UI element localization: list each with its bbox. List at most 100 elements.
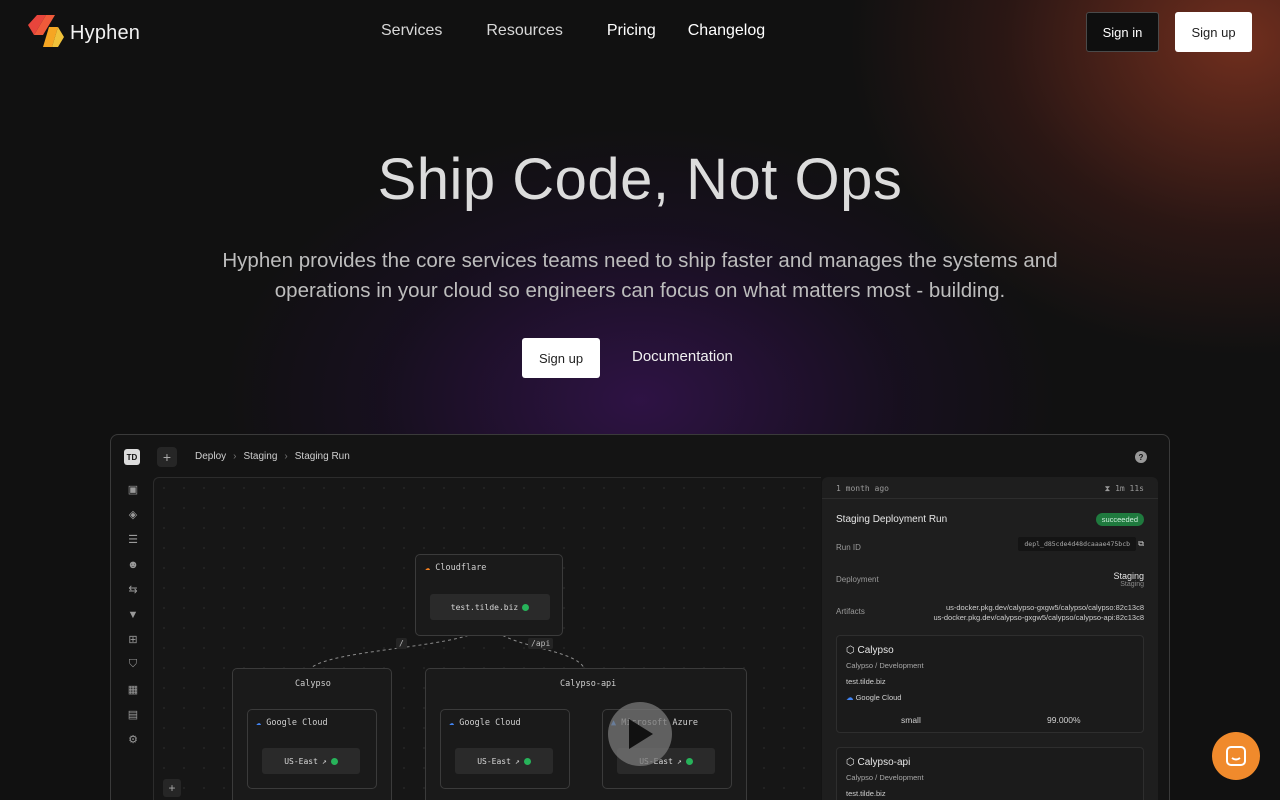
node-calypso-provider-title: ☁ Google Cloud [256, 718, 328, 728]
shield-icon: ⛉ [128, 658, 138, 670]
preview-breadcrumb: Deploy › Staging › Staging Run [195, 451, 350, 462]
preview-sidebar: ▣ ◈ ☰ ☻ ⇆ ▼ ⊞ ⛉ ▦ ▤ ⚙ [121, 477, 145, 752]
node-cloudflare[interactable]: ☁ Cloudflare test.tilde.biz [415, 554, 563, 636]
timer-icon: ⧗ [1104, 484, 1111, 493]
service-card-path: Calypso / Development [846, 661, 924, 670]
nav-pricing-label: Pricing [606, 22, 656, 39]
service-card-path: Calypso / Development [846, 773, 924, 782]
status-ok-icon [522, 603, 530, 611]
service-card-domain: test.tilde.biz [846, 677, 886, 686]
filter-icon: ▼ [127, 608, 139, 621]
node-calypso-region: US-East [284, 756, 318, 766]
brand-logo[interactable]: Hyphen [28, 15, 140, 52]
nav-services[interactable]: Services [381, 22, 442, 40]
users-icon: ☻ [127, 558, 139, 571]
service-card-title-text: Calypso-api [857, 757, 911, 768]
run-duration: ⧗ 1m 11s [1105, 484, 1144, 494]
node-calypso-api[interactable]: Calypso-api ☁ Google Cloud US-East ↗ ▲ M… [425, 668, 747, 800]
nav-services-label: Services [381, 22, 443, 39]
service-card-title: ⬡ Calypso [846, 645, 894, 656]
documentation-link[interactable]: Documentation [632, 348, 733, 365]
node-cloudflare-title-text: Cloudflare [435, 563, 487, 573]
node-calypso-api-provider-1-title: ☁ Google Cloud [449, 718, 521, 728]
top-navbar: Hyphen Services Resources Pricing Change… [0, 0, 1280, 64]
run-id-text: depl_d85cde4d48dcaaae475bcb [1018, 537, 1137, 551]
deployment-value: Staging [1113, 571, 1144, 581]
node-calypso-api-provider-1: ☁ Google Cloud US-East ↗ [440, 709, 570, 789]
hero-signup-button[interactable]: Sign up [522, 338, 600, 378]
chat-launcher-button[interactable] [1212, 732, 1260, 780]
node-cloudflare-chip-text: test.tilde.biz [450, 602, 519, 612]
deployment-canvas: ☁ Cloudflare test.tilde.biz / /api Calyp… [153, 477, 821, 800]
node-calypso[interactable]: Calypso ☁ Google Cloud US-East ↗ [232, 668, 392, 800]
service-card-provider-text: Google Cloud [855, 693, 902, 702]
service-card-calypso[interactable]: ⬡ Calypso Calypso / Development test.til… [836, 635, 1144, 733]
external-link-icon: ↗ [514, 756, 520, 766]
service-card-calypso-api[interactable]: ⬡ Calypso-api Calypso / Development test… [836, 747, 1144, 800]
external-link-icon: ↗ [676, 756, 682, 766]
artifact-item: us-docker.pkg.dev/calypso-gxgw5/calypso/… [945, 603, 1144, 612]
signup-button-top[interactable]: Sign up [1175, 12, 1252, 52]
nav-links: Services Resources Pricing Changelog [381, 22, 797, 40]
hero-subtitle: Hyphen provides the core services teams … [222, 249, 1058, 302]
grid-icon: ⊞ [128, 634, 138, 646]
node-cloudflare-title: ☁ Cloudflare [425, 563, 486, 573]
edge-label-api: /api [528, 638, 554, 649]
link-icon: ⇆ [128, 584, 138, 596]
play-icon [629, 719, 653, 749]
nav-resources-label: Resources [486, 22, 563, 39]
breadcrumb-item: Staging Run [294, 451, 350, 462]
copy-icon: ⧉ [1138, 539, 1144, 548]
artifacts-label: Artifacts [836, 607, 865, 616]
chevron-right-icon: › [233, 451, 237, 462]
play-video-button[interactable] [608, 702, 672, 766]
node-calypso-provider-name: Google Cloud [266, 718, 328, 728]
signin-button[interactable]: Sign in [1086, 12, 1159, 52]
layout-icon: ▣ [127, 484, 139, 496]
google-cloud-icon: ☁ [449, 718, 455, 728]
nav-resources[interactable]: Resources [486, 22, 562, 40]
service-card-title: ⬡ Calypso-api [846, 757, 910, 768]
service-card-provider: ☁ Google Cloud [846, 693, 901, 702]
nav-changelog[interactable]: Changelog [688, 22, 765, 40]
service-card-percent: 99.000% [1047, 715, 1081, 725]
cube-icon: ⬡ [846, 757, 855, 768]
status-ok-icon [685, 757, 693, 765]
node-cloudflare-chip: test.tilde.biz [430, 594, 550, 620]
node-calypso-title: Calypso [295, 679, 331, 689]
preview-plus-icon: + [157, 447, 177, 467]
help-icon: ? [1135, 451, 1147, 463]
run-id-value: depl_d85cde4d48dcaaae475bcb ⧉ [1018, 537, 1144, 551]
run-id-label: Run ID [836, 543, 861, 552]
edge-label-root: / [396, 638, 407, 649]
docs-icon: ☰ [128, 534, 138, 546]
google-cloud-icon: ☁ [256, 718, 262, 728]
nav-pricing[interactable]: Pricing [607, 22, 656, 40]
node-calypso-api-region-1: US-East [477, 756, 511, 766]
brand-name: Hyphen [70, 22, 141, 44]
cube-icon: ⬡ [846, 645, 855, 656]
service-card-title-text: Calypso [857, 645, 894, 656]
preview-topbar: TD + Deploy › Staging › Staging Run ? [111, 435, 1169, 477]
cube-icon: ◈ [128, 509, 138, 521]
node-calypso-region-chip: US-East ↗ [262, 748, 360, 774]
node-calypso-api-region-1-chip: US-East ↗ [455, 748, 553, 774]
artifact-item: us-docker.pkg.dev/calypso-gxgw5/calypso/… [933, 613, 1144, 622]
run-details-header: 1 month ago ⧗ 1m 11s [822, 477, 1158, 499]
chevron-right-icon: › [284, 451, 288, 462]
breadcrumb-item: Deploy [195, 451, 227, 462]
run-title: Staging Deployment Run [836, 514, 948, 525]
nav-changelog-label: Changelog [687, 22, 766, 39]
node-calypso-provider: ☁ Google Cloud US-East ↗ [247, 709, 377, 789]
run-duration-text: 1m 11s [1115, 484, 1144, 493]
cloudflare-icon: ☁ [425, 563, 431, 573]
external-link-icon: ↗ [321, 756, 327, 766]
status-ok-icon [330, 757, 338, 765]
status-ok-icon [523, 757, 531, 765]
service-card-size: small [901, 715, 921, 725]
node-calypso-api-title: Calypso-api [560, 679, 617, 689]
status-badge: succeeded [1095, 513, 1144, 526]
breadcrumb-item: Staging [243, 451, 278, 462]
chat-icon [1226, 746, 1246, 766]
hyphen-logo-icon [28, 15, 64, 52]
